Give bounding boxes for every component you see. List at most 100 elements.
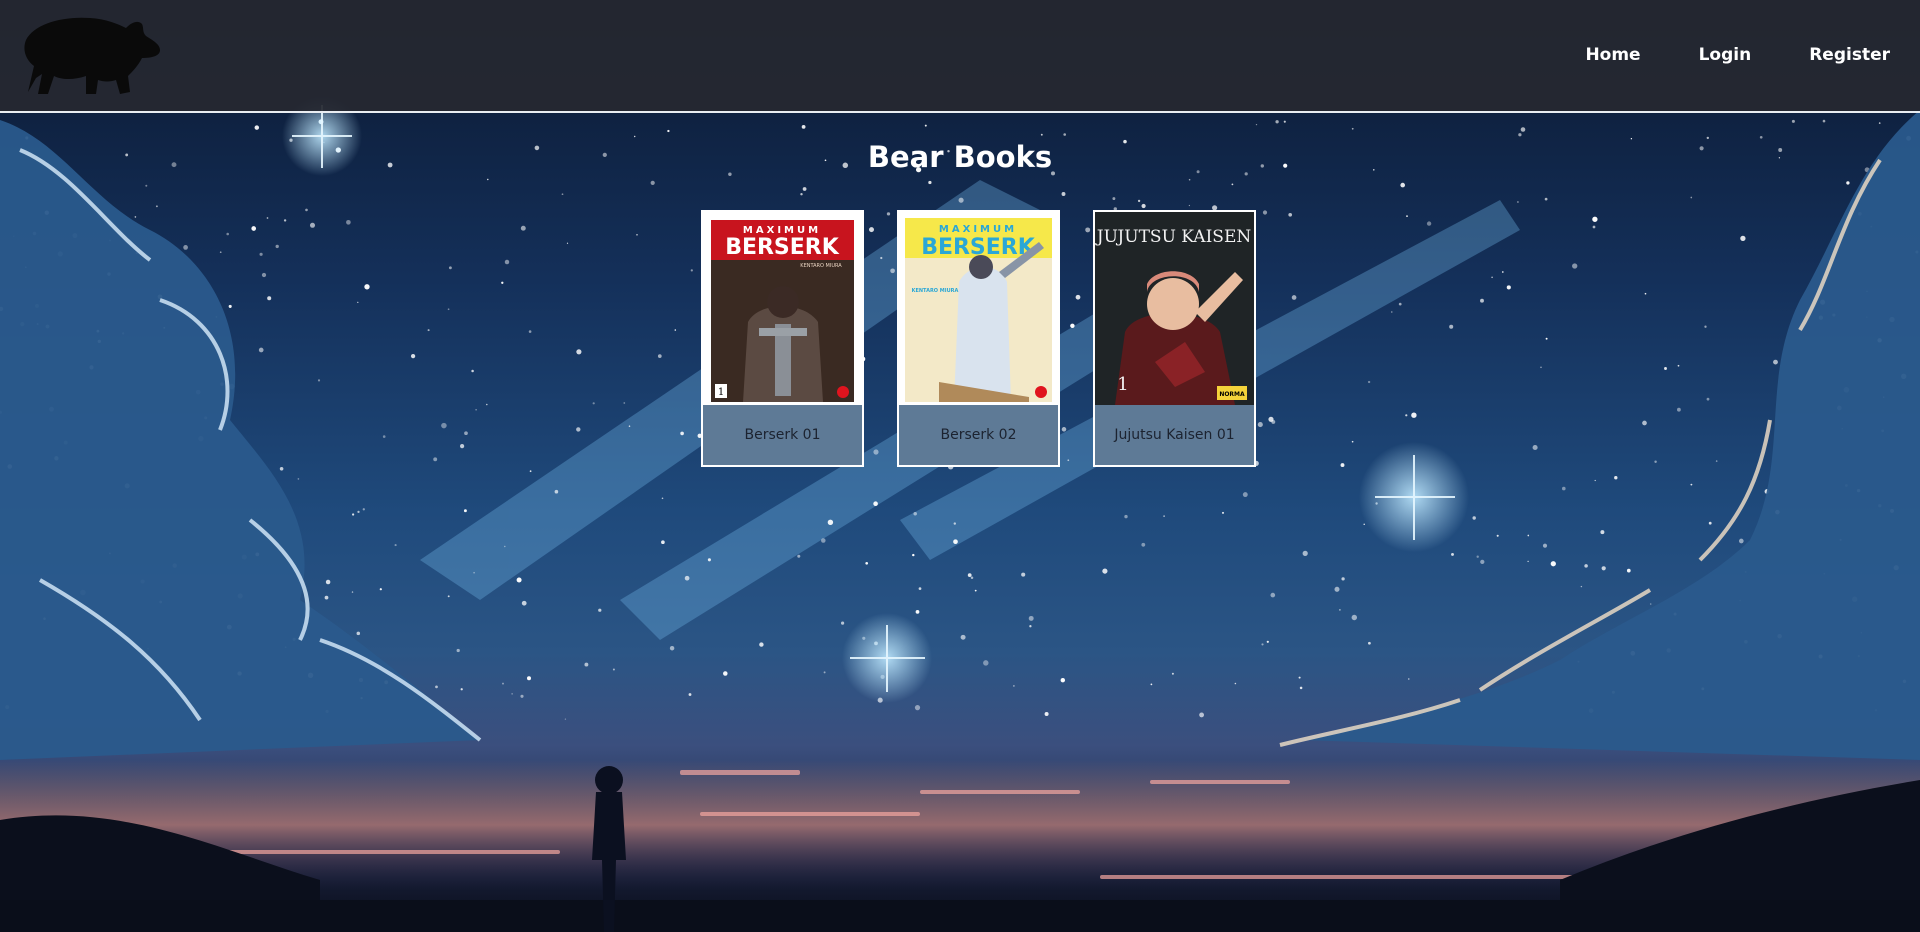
star: [953, 539, 958, 545]
star: [447, 595, 450, 598]
star: [362, 508, 365, 511]
star: [873, 501, 878, 507]
star: [1706, 136, 1710, 140]
star: [918, 587, 922, 590]
star: [967, 573, 972, 577]
star: [1368, 641, 1371, 645]
star: [667, 129, 670, 133]
svg-text:KENTARO MIURA: KENTARO MIURA: [912, 288, 959, 294]
page-title: Bear Books: [867, 140, 1053, 174]
star: [1367, 380, 1371, 384]
star: [1496, 534, 1499, 537]
star: [1626, 568, 1631, 573]
star: [1270, 592, 1276, 598]
star: [1266, 640, 1269, 643]
star: [1029, 625, 1032, 628]
star: [351, 513, 355, 516]
star: [356, 631, 361, 636]
star: [1021, 572, 1026, 577]
star: [427, 329, 430, 332]
star: [1544, 197, 1548, 201]
book-cover-image: MAXIMUM BERSERK KENTARO MIURA 1: [703, 212, 862, 405]
star: [155, 205, 158, 208]
star: [1449, 324, 1454, 329]
star: [504, 259, 510, 265]
star: [628, 425, 631, 427]
star: [566, 242, 569, 244]
star: [674, 329, 677, 331]
bear-logo-icon[interactable]: [14, 14, 162, 98]
star: [1480, 298, 1484, 303]
star: [516, 577, 522, 583]
star: [1642, 420, 1647, 426]
star: [801, 125, 806, 129]
star: [279, 467, 284, 471]
star: [1501, 271, 1504, 273]
star: [1302, 550, 1308, 557]
book-title: Berserk 02: [940, 427, 1017, 443]
star: [1491, 276, 1493, 279]
star: [1594, 479, 1596, 482]
star: [1601, 566, 1606, 571]
star: [283, 219, 287, 222]
star: [576, 349, 582, 355]
star: [475, 409, 477, 411]
star: [1339, 609, 1341, 611]
main-nav: Home Login Register: [1585, 0, 1920, 110]
star: [1221, 511, 1225, 514]
star: [460, 444, 465, 449]
star: [1102, 568, 1108, 574]
star: [317, 379, 321, 382]
star: [1044, 712, 1049, 716]
star: [1288, 212, 1293, 217]
star: [379, 588, 382, 591]
star: [1298, 676, 1301, 679]
star: [1506, 285, 1511, 290]
star: [1398, 302, 1402, 306]
star: [970, 576, 974, 579]
book-card[interactable]: MAXIMUM BERSERK KENTARO MIURA 1 Berserk …: [701, 210, 864, 467]
star: [456, 648, 460, 653]
book-grid: MAXIMUM BERSERK KENTARO MIURA 1 Berserk …: [701, 210, 1256, 467]
star: [592, 402, 595, 405]
star: [364, 284, 370, 290]
star: [1649, 603, 1652, 605]
book-card[interactable]: MAXIMUM BERSERK KENTARO MIURA Berserk 02: [897, 210, 1060, 467]
star: [661, 540, 665, 545]
star: [669, 645, 675, 651]
star: [1137, 199, 1141, 203]
book-cover-image: JUJUTSU KAISEN 1 NORMA: [1095, 212, 1254, 405]
svg-text:1: 1: [1117, 374, 1128, 395]
star: [1580, 585, 1583, 588]
star: [684, 575, 690, 581]
star: [1740, 235, 1746, 242]
star: [865, 561, 869, 565]
star: [1704, 325, 1707, 328]
star: [797, 554, 801, 558]
star: [410, 353, 416, 359]
star: [1532, 444, 1538, 451]
star: [1822, 119, 1826, 123]
star: [1791, 119, 1795, 123]
nav-register-link[interactable]: Register: [1809, 45, 1890, 65]
star: [219, 251, 222, 254]
star: [501, 281, 504, 284]
star: [661, 497, 664, 500]
star: [623, 402, 626, 404]
star: [267, 296, 272, 301]
book-card[interactable]: JUJUTSU KAISEN 1 NORMA Jujutsu Kaisen 01: [1093, 210, 1256, 467]
star: [1592, 216, 1598, 222]
nav-home-link[interactable]: Home: [1585, 45, 1640, 65]
star: [1242, 492, 1248, 498]
star: [1063, 133, 1067, 136]
star: [1028, 615, 1034, 621]
nav-login-link[interactable]: Login: [1699, 45, 1752, 65]
star: [1426, 221, 1432, 226]
star: [145, 184, 148, 187]
star: [435, 685, 438, 689]
book-title: Jujutsu Kaisen 01: [1114, 427, 1235, 443]
star: [912, 553, 915, 557]
svg-text:NORMA: NORMA: [1219, 391, 1245, 398]
star: [1271, 419, 1276, 424]
star: [1334, 586, 1340, 592]
